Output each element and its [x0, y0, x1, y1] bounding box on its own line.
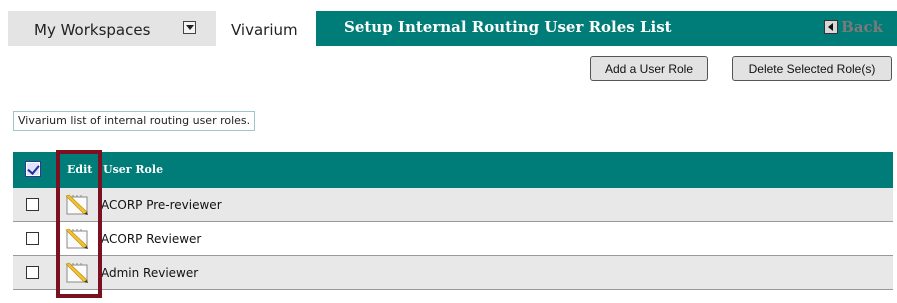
tab-vivarium[interactable]: Vivarium [216, 11, 316, 46]
back-button[interactable]: Back [824, 17, 883, 37]
user-roles-table: Edit User Role ACORP Pre-reviewer ACORP … [13, 152, 893, 290]
table-row: ACORP Reviewer [13, 222, 893, 256]
user-role-name: ACORP Pre-reviewer [101, 198, 222, 212]
row-select-checkbox[interactable] [26, 232, 39, 245]
edit-pencil-icon[interactable] [63, 262, 91, 284]
table-header: Edit User Role [13, 152, 893, 188]
top-navigation: My Workspaces Vivarium Setup Internal Ro… [0, 0, 897, 46]
page-description: Vivarium list of internal routing user r… [13, 111, 256, 131]
table-row: ACORP Pre-reviewer [13, 188, 893, 222]
edit-pencil-icon[interactable] [63, 194, 91, 216]
chevron-down-icon[interactable] [183, 21, 196, 34]
arrow-left-icon [824, 20, 839, 34]
table-row: Admin Reviewer [13, 256, 893, 290]
vivarium-tab-label: Vivarium [231, 21, 298, 39]
title-bar: Setup Internal Routing User Roles List B… [316, 11, 897, 46]
my-workspaces-menu[interactable]: My Workspaces [8, 11, 216, 46]
select-all-checkbox-icon[interactable] [25, 161, 41, 177]
delete-selected-roles-button[interactable]: Delete Selected Role(s) [732, 56, 892, 81]
column-header-user-role[interactable]: User Role [103, 163, 163, 176]
add-user-role-button[interactable]: Add a User Role [590, 56, 708, 81]
column-header-edit: Edit [67, 163, 93, 176]
my-workspaces-label: My Workspaces [34, 21, 151, 39]
back-label: Back [841, 18, 883, 36]
edit-pencil-icon[interactable] [63, 228, 91, 250]
page-title: Setup Internal Routing User Roles List [344, 18, 672, 36]
row-select-checkbox[interactable] [26, 198, 39, 211]
user-role-name: Admin Reviewer [101, 266, 199, 280]
row-select-checkbox[interactable] [26, 266, 39, 279]
user-role-name: ACORP Reviewer [101, 232, 202, 246]
